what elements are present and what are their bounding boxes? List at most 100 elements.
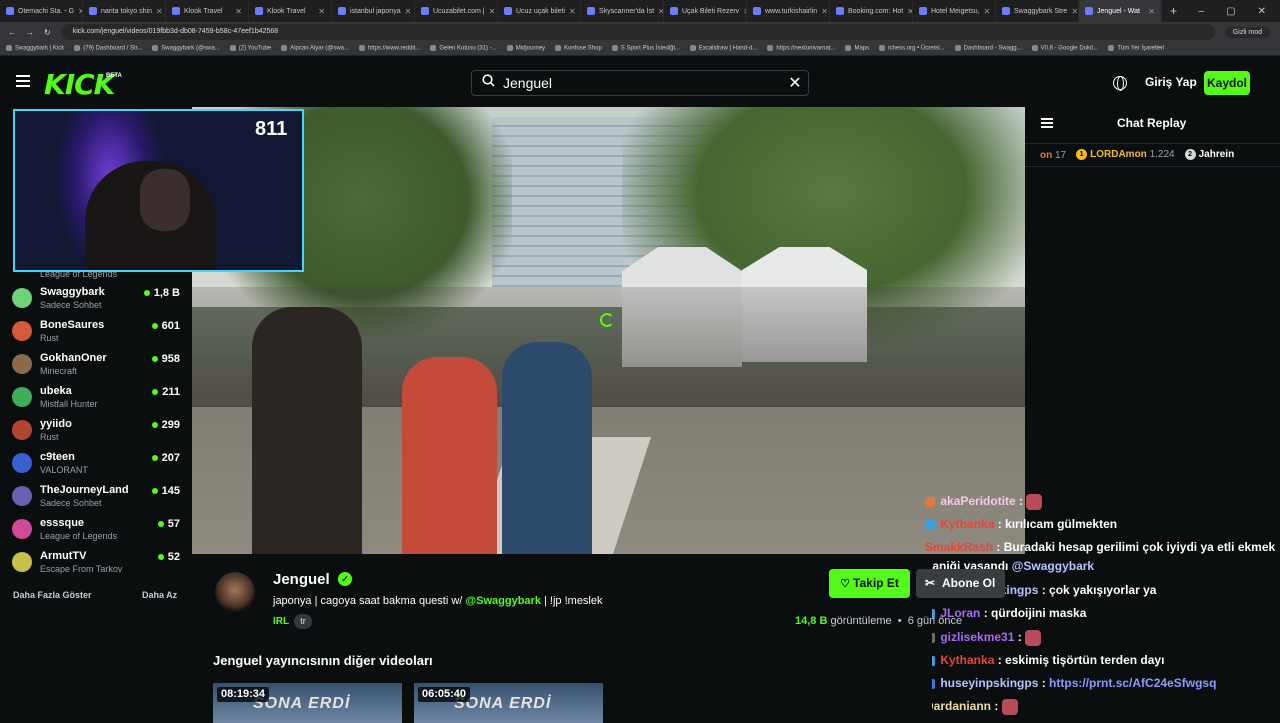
bookmark-label: Alpcan Alyar (@swa...: [290, 45, 349, 52]
chat-mention[interactable]: @Swaggybark: [1012, 559, 1094, 573]
maximize-icon[interactable]: ▢: [1226, 6, 1235, 17]
back-icon[interactable]: ←: [8, 28, 16, 37]
close-tab-icon[interactable]: ✕: [156, 7, 163, 16]
close-tab-icon[interactable]: ✕: [235, 7, 242, 16]
search-bar[interactable]: Jenguel ✕: [471, 70, 809, 96]
menu-icon[interactable]: [16, 75, 30, 87]
browser-tab[interactable]: Jenguel - Wat ✕: [1079, 0, 1162, 22]
chat-username[interactable]: gizlisekme31: [940, 630, 1014, 644]
bookmark-item[interactable]: Tüm Yer İşaretleri: [1108, 45, 1164, 52]
collapse-chat-icon[interactable]: [1041, 118, 1053, 128]
register-button[interactable]: Kaydol: [1204, 71, 1250, 95]
close-tab-icon[interactable]: ✕: [569, 7, 576, 16]
close-tab-icon[interactable]: ✕: [1071, 7, 1078, 16]
sidebar-channel[interactable]: GokhanOner Minecraft 958: [12, 351, 180, 384]
close-tab-icon[interactable]: ✕: [489, 7, 496, 16]
sidebar-channel[interactable]: yyiido Rust 299: [12, 417, 180, 450]
bookmark-item[interactable]: V0.8 - Google Dokü...: [1031, 45, 1098, 52]
bookmark-item[interactable]: (79) Dashboard / Str...: [74, 45, 142, 52]
clear-search-icon[interactable]: ✕: [782, 73, 808, 93]
chat-username[interactable]: Kythanka: [940, 517, 994, 531]
streamer-avatar[interactable]: [213, 570, 257, 614]
bookmark-item[interactable]: https://www.reddit...: [359, 45, 420, 52]
chat-link[interactable]: https://prnt.sc/AfC24eSfwgsq: [1049, 676, 1216, 690]
browser-tab[interactable]: Swaggybark Stre ✕: [996, 0, 1079, 22]
bookmark-item[interactable]: Gelen Kutusu (31) -...: [430, 45, 497, 52]
chat-username[interactable]: Kythanka: [940, 653, 994, 667]
streamer-name[interactable]: Jenguel: [273, 571, 330, 588]
chat-separator: :: [1014, 630, 1026, 645]
bookmark-item[interactable]: Swaggybark (@swa...: [152, 45, 220, 52]
stream-category[interactable]: IRL: [273, 616, 289, 627]
chat-username[interactable]: Dardaniann: [925, 699, 991, 713]
browser-tab[interactable]: Otemachi Sta. - G✕: [0, 0, 83, 22]
video-thumbnail[interactable]: SONA ERDİ 06:05:40: [414, 683, 603, 723]
forward-icon[interactable]: →: [26, 28, 34, 37]
close-window-icon[interactable]: ✕: [1258, 6, 1266, 17]
bookmark-item[interactable]: Dashboard - Swagg...: [954, 45, 1022, 52]
close-tab-icon[interactable]: ✕: [318, 7, 325, 16]
browser-tab[interactable]: www.turkishairlin ✕: [747, 0, 830, 22]
bookmark-item[interactable]: (2) YouTube: [229, 45, 271, 52]
bookmark-item[interactable]: ichess.org • Ücretsi...: [879, 45, 945, 52]
browser-tab[interactable]: Booking.com: Hot✕: [830, 0, 913, 22]
leaderboard-entry[interactable]: 1 LORDAmon 1.224: [1076, 149, 1175, 161]
url-field[interactable]: kick.com/jenguel/videos/019fbb3d-db08-74…: [60, 24, 1215, 40]
close-tab-icon[interactable]: ✕: [1148, 7, 1155, 16]
browser-tab[interactable]: Klook Travel ✕: [249, 0, 332, 22]
browser-tab[interactable]: Ucuz uçak bileti ✕: [498, 0, 581, 22]
sidebar-channel[interactable]: Swaggybark Sadece Sohbet 1,8 B: [12, 285, 180, 318]
follow-button[interactable]: ♡ Takip Et: [829, 569, 910, 598]
sidebar-channel[interactable]: ubeka Mistfall Hunter 211: [12, 384, 180, 417]
bookmark-favicon-icon: [152, 45, 159, 52]
channel-viewer-count: 211: [162, 386, 180, 398]
language-tag[interactable]: tr: [294, 614, 312, 629]
views-count: 14,8 B: [795, 615, 828, 627]
stream-title-mention[interactable]: @Swaggybark: [465, 595, 541, 607]
bookmark-item[interactable]: Alpcan Alyar (@swa...: [281, 45, 349, 52]
bookmark-item[interactable]: S Sport Plus İstediği...: [611, 45, 680, 52]
bookmark-item[interactable]: Swaggybark | Kick: [6, 45, 64, 52]
stream-chat-overlay: [192, 455, 347, 545]
bookmark-favicon-icon: [1031, 45, 1038, 52]
kick-logo[interactable]: KICK: [44, 68, 115, 101]
minimize-icon[interactable]: –: [1199, 6, 1205, 17]
sidebar-channel[interactable]: TheJourneyLand Sadece Sohbet 145: [12, 483, 180, 516]
bookmark-item[interactable]: Excalidraw | Hand-d...: [689, 45, 757, 52]
browser-tab[interactable]: Ucuzabilet.com | ✕: [415, 0, 498, 22]
login-button[interactable]: Giriş Yap: [1145, 75, 1197, 89]
language-globe-icon[interactable]: [1113, 76, 1127, 91]
subscribe-button[interactable]: ✂ Abone Ol: [916, 569, 1005, 598]
incognito-badge[interactable]: Gizli mod: [1224, 26, 1270, 38]
show-more-button[interactable]: Daha Fazla Göster: [13, 590, 92, 600]
close-tab-icon[interactable]: ✕: [821, 7, 828, 16]
sidebar-channel[interactable]: c9teen VALORANT 207: [12, 450, 180, 483]
browser-tab[interactable]: istanbul japonya ✕: [332, 0, 415, 22]
chat-username[interactable]: SmakkRash: [925, 540, 993, 554]
new-tab-icon[interactable]: +: [1162, 4, 1185, 18]
chat-username[interactable]: akaPeridotite: [940, 494, 1015, 508]
close-tab-icon[interactable]: ✕: [984, 7, 991, 16]
bookmark-label: S Sport Plus İstediği...: [620, 45, 680, 52]
leaderboard-entry[interactable]: on 17: [1040, 150, 1066, 161]
sidebar-channel[interactable]: esssque League of Legends 57: [12, 516, 180, 549]
chat-username[interactable]: huseyinpskingps: [940, 676, 1038, 690]
sidebar-channel[interactable]: ArmutTV Escape From Tarkov 52: [12, 549, 180, 582]
browser-tab[interactable]: Hotel Meigetsu, ✕: [913, 0, 996, 22]
sidebar-channel[interactable]: BoneSaures Rust 601: [12, 318, 180, 351]
bookmark-item[interactable]: https://nextunivarnat...: [767, 45, 835, 52]
browser-tab[interactable]: Skyscanner'da İst✕: [581, 0, 664, 22]
browser-tab[interactable]: Klook Travel ✕: [166, 0, 249, 22]
tab-label: istanbul japonya: [350, 7, 401, 15]
browser-tab[interactable]: Uçak Bileti Rezerv✕: [664, 0, 747, 22]
leaderboard-entry[interactable]: 2 Jahrein: [1184, 149, 1234, 161]
bookmark-item[interactable]: Midjourney: [506, 45, 545, 52]
close-tab-icon[interactable]: ✕: [405, 7, 412, 16]
bookmark-item[interactable]: Maps: [845, 45, 869, 52]
bookmark-item[interactable]: Konfuse Shop: [555, 45, 602, 52]
video-thumbnail[interactable]: SONA ERDİ 08:19:34: [213, 683, 402, 723]
reload-icon[interactable]: ↻: [44, 28, 51, 37]
show-less-button[interactable]: Daha Az: [142, 590, 177, 600]
search-input[interactable]: Jenguel: [503, 75, 774, 91]
browser-tab[interactable]: narita tokyo shin ✕: [83, 0, 166, 22]
